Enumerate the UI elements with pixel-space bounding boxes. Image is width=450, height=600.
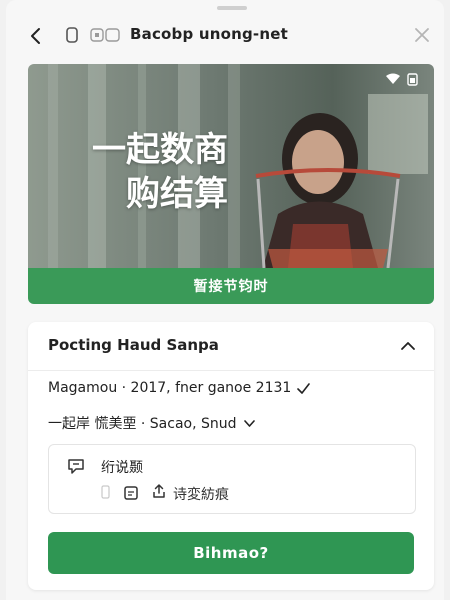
back-arrow-icon[interactable] [24, 24, 48, 48]
chevron-up-icon[interactable] [400, 339, 416, 353]
browser-toolbar: Bacobp unong-net [6, 14, 444, 58]
hero-headline-line2: 购结算 [126, 174, 228, 214]
details-card: Pocting Haud Sanpa Magamou · 2017, fner … [28, 322, 434, 590]
hero-headline: 一起数商 购结算 [68, 128, 228, 216]
card-title: Pocting Haud Sanpa [48, 336, 219, 354]
comment-panel[interactable]: 绗说颞 诗変紡痕 [48, 444, 416, 514]
document-icon[interactable] [101, 485, 110, 499]
address-bar-url[interactable]: Bacobp unong-net [130, 25, 288, 43]
card-header[interactable]: Pocting Haud Sanpa [28, 322, 434, 371]
detail-row-date-text: Magamou · 2017, fner ganoe 2131 [48, 380, 292, 396]
hero-cta-button[interactable]: 暂接节钧时 [28, 268, 434, 304]
primary-submit-button[interactable]: Bihmao? [48, 532, 414, 574]
hero-banner[interactable]: 一起数商 购结算 暂接节钧时 [28, 64, 434, 304]
detail-row-date[interactable]: Magamou · 2017, fner ganoe 2131 [48, 380, 311, 396]
note-icon[interactable] [123, 485, 139, 501]
chevron-down-icon[interactable] [243, 418, 256, 429]
detail-row-location-text: 一起岸 慌美垔 · Sacao, Snud [48, 416, 237, 432]
wifi-icon [386, 73, 400, 84]
share-icon[interactable] [151, 483, 167, 499]
comment-panel-action[interactable]: 诗変紡痕 [173, 484, 229, 504]
sheet-grabber[interactable] [217, 6, 247, 10]
status-icons [386, 73, 418, 86]
reader-icon[interactable] [90, 28, 120, 42]
comment-icon [68, 459, 84, 474]
detail-row-location[interactable]: 一起岸 慌美垔 · Sacao, Snud [48, 413, 256, 433]
close-icon[interactable] [411, 24, 433, 46]
tabs-icon[interactable] [64, 26, 80, 44]
comment-panel-title: 绗说颞 [101, 460, 143, 476]
browser-sheet: Bacobp unong-net 一起数商 购结算 暂接节钧时 Pocting … [6, 0, 444, 600]
check-icon [297, 382, 311, 394]
hero-headline-line1: 一起数商 [92, 130, 228, 170]
